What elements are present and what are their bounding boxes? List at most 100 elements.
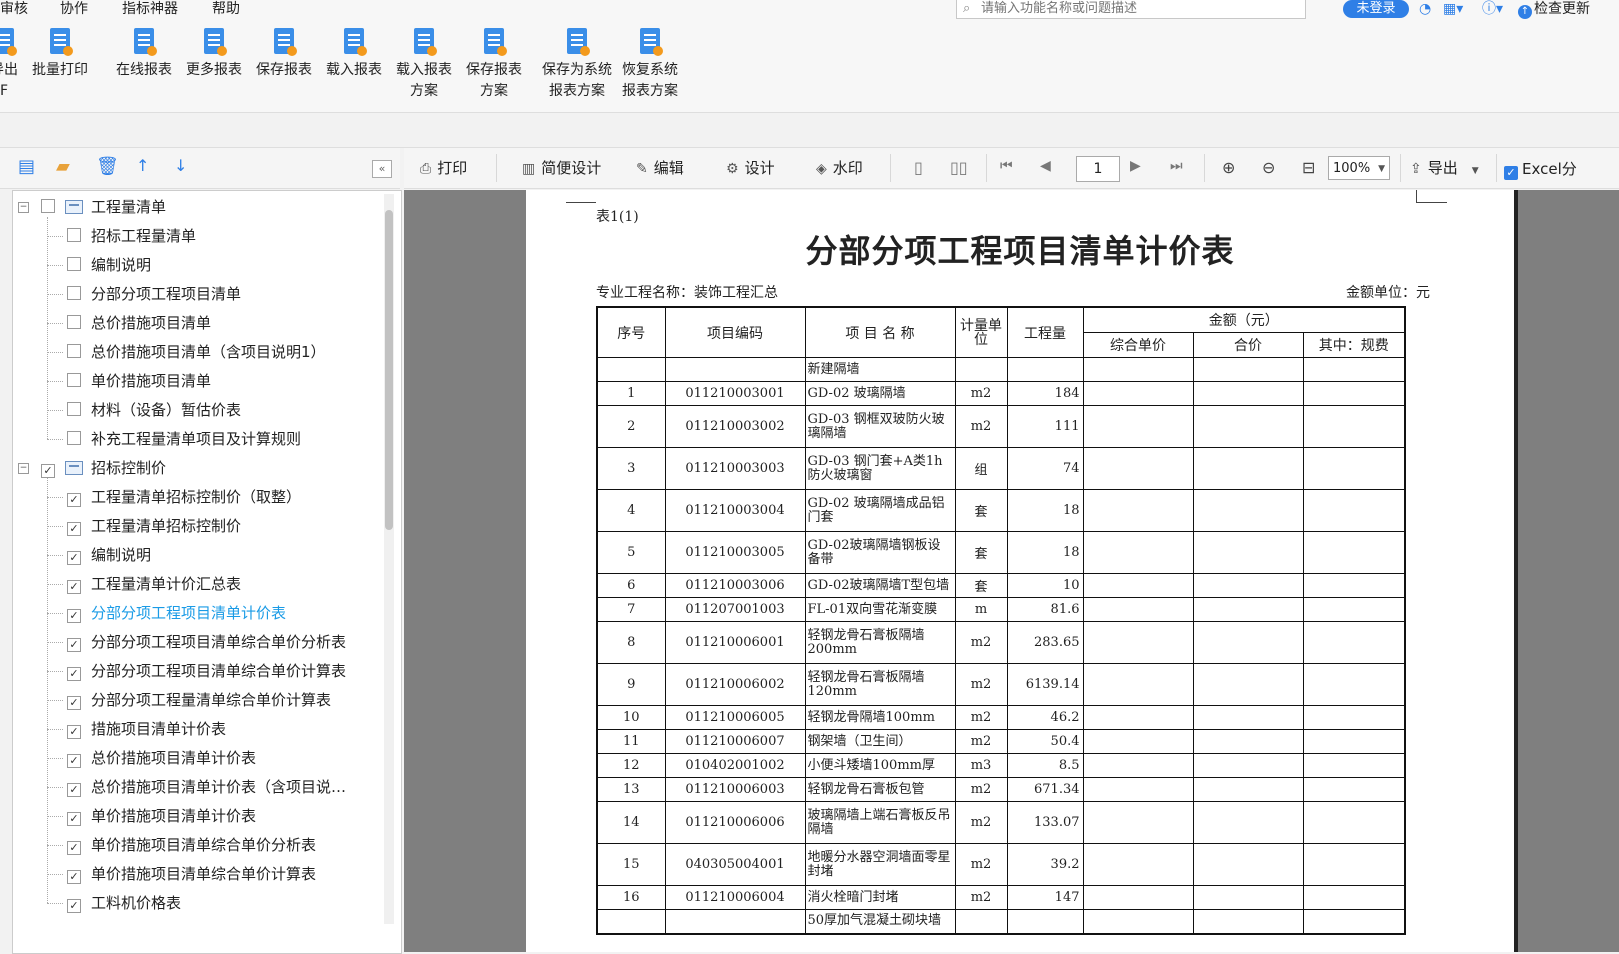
checkbox[interactable] (67, 522, 81, 536)
tree-scrollbar-thumb[interactable] (385, 210, 393, 530)
edit-button[interactable]: ✎ 编辑 (636, 158, 684, 179)
checkbox[interactable] (67, 315, 81, 329)
excel-checkbox[interactable]: ✓ Excel分 (1504, 158, 1577, 180)
ribbon-button[interactable]: 批量打印 (28, 28, 92, 81)
tree-item[interactable]: 工料机价格表 (67, 889, 181, 918)
checkbox[interactable] (67, 725, 81, 739)
tree-item[interactable]: 分部分项工程项目清单综合单价分析表 (67, 628, 346, 657)
checkbox[interactable] (67, 754, 81, 768)
tree-item[interactable]: 工程量清单计价汇总表 (67, 570, 241, 599)
ribbon-button[interactable]: 载入报表 (322, 28, 386, 81)
ribbon-button[interactable]: 保存为系统 报表方案 (540, 28, 614, 102)
ribbon-button[interactable]: 恢复系统 报表方案 (618, 28, 682, 102)
menu-item[interactable]: 指标神器 (122, 0, 178, 18)
ribbon-button[interactable]: 保存报表 (252, 28, 316, 81)
login-button[interactable]: 未登录 (1343, 0, 1409, 18)
tree-item[interactable]: 编制说明 (67, 541, 151, 570)
zoom-select[interactable]: 100% ▼ (1328, 156, 1390, 180)
checkbox[interactable] (41, 199, 55, 213)
collapse-panel-button[interactable]: « (372, 160, 392, 178)
tree-folder[interactable]: 招标控制价 (41, 454, 166, 483)
report-preview[interactable]: 表1(1) 分部分项工程项目清单计价表 专业工程名称：装饰工程汇总 金额单位：元… (404, 190, 1619, 952)
checkbox[interactable] (67, 841, 81, 855)
menu-item[interactable]: 协作 (60, 0, 88, 18)
new-folder-icon[interactable]: ▰ (56, 156, 70, 177)
tree-item[interactable]: 分部分项工程项目清单 (67, 280, 241, 309)
single-page-icon[interactable]: ▯ (914, 158, 923, 177)
checkbox[interactable] (67, 899, 81, 913)
checkbox[interactable] (67, 667, 81, 681)
fit-page-icon[interactable]: ⊟ (1302, 158, 1315, 177)
collapse-icon[interactable]: − (18, 202, 29, 213)
checkbox[interactable] (67, 696, 81, 710)
check-update-button[interactable]: ↑ 检查更新 (1518, 0, 1590, 19)
ribbon-button[interactable]: 载入报表 方案 (392, 28, 456, 102)
checkbox[interactable] (67, 551, 81, 565)
checkbox[interactable] (67, 783, 81, 797)
tree-item[interactable]: 分部分项工程量清单综合单价计算表 (67, 686, 331, 715)
prev-page-icon[interactable]: ◀ (1040, 158, 1051, 174)
checkbox[interactable] (67, 257, 81, 271)
next-page-icon[interactable]: ▶ (1130, 158, 1141, 174)
watermark-button[interactable]: ◈ 水印 (816, 158, 863, 179)
checkbox[interactable] (67, 402, 81, 416)
checkbox[interactable] (67, 580, 81, 594)
double-page-icon[interactable]: ▯▯ (950, 158, 968, 177)
checkbox[interactable] (67, 228, 81, 242)
new-report-icon[interactable]: ▤ (18, 156, 35, 177)
zoom-in-icon[interactable]: ⊕ (1222, 158, 1235, 177)
tree-item[interactable]: 总价措施项目清单计价表 (67, 744, 256, 773)
ribbon-button[interactable]: 在线报表 (112, 28, 176, 81)
tree-folder[interactable]: 工程量清单 (41, 193, 166, 222)
checkbox[interactable] (67, 286, 81, 300)
checkbox[interactable] (67, 344, 81, 358)
search-input[interactable] (981, 0, 1291, 17)
first-page-icon[interactable]: ⏮ (1000, 158, 1013, 174)
ribbon-button[interactable]: 更多报表 (182, 28, 246, 81)
tree-item[interactable]: 编制说明 (67, 251, 151, 280)
tree-item[interactable]: 措施项目清单计价表 (67, 715, 226, 744)
tree-item[interactable]: 分部分项工程项目清单计价表 (67, 599, 286, 628)
page-number-input[interactable]: 1 (1076, 156, 1120, 182)
zoom-out-icon[interactable]: ⊖ (1262, 158, 1275, 177)
checkbox[interactable] (67, 373, 81, 387)
tree-item[interactable]: 工程量清单招标控制价 (67, 512, 241, 541)
checkbox[interactable] (67, 609, 81, 623)
tree-item[interactable]: 总价措施项目清单（含项目说明1） (67, 338, 326, 367)
checkbox[interactable] (67, 638, 81, 652)
delete-icon[interactable]: 🗑 (96, 156, 119, 177)
support-icon[interactable]: ◔ (1419, 0, 1431, 18)
header-code: 项目编码 (664, 306, 806, 358)
checkbox[interactable] (67, 870, 81, 884)
checkbox[interactable] (67, 431, 81, 445)
checkbox[interactable] (41, 464, 55, 478)
tree-item[interactable]: 单价措施项目清单综合单价分析表 (67, 831, 316, 860)
tree-item[interactable]: 补充工程量清单项目及计算规则 (67, 425, 301, 454)
tree-item[interactable]: 单价措施项目清单综合单价计算表 (67, 860, 316, 889)
tree-item[interactable]: 单价措施项目清单 (67, 367, 211, 396)
tree-item[interactable]: 招标工程量清单 (67, 222, 196, 251)
row-code (664, 909, 806, 934)
function-search[interactable]: ⌕ (956, 0, 1306, 19)
design-button[interactable]: ⚙ 设计 (726, 158, 775, 179)
collapse-icon[interactable]: − (18, 463, 29, 474)
move-down-icon[interactable]: ↓ (174, 156, 187, 175)
checkbox[interactable] (67, 812, 81, 826)
tree-item[interactable]: 单价措施项目清单计价表 (67, 802, 256, 831)
tree-item[interactable]: 工程量清单招标控制价（取整） (67, 483, 301, 512)
info-icon[interactable]: ⓘ▾ (1482, 0, 1503, 18)
menu-item[interactable]: 帮助 (212, 0, 240, 18)
tree-item[interactable]: 分部分项工程项目清单综合单价计算表 (67, 657, 346, 686)
ribbon-button[interactable]: 保存报表 方案 (462, 28, 526, 102)
checkbox[interactable] (67, 493, 81, 507)
tree-item[interactable]: 材料（设备）暂估价表 (67, 396, 241, 425)
last-page-icon[interactable]: ⏭ (1170, 158, 1183, 174)
print-button[interactable]: ⎙ 打印 (420, 158, 467, 179)
tree-item[interactable]: 总价措施项目清单 (67, 309, 211, 338)
move-up-icon[interactable]: ↑ (136, 156, 149, 175)
export-button[interactable]: ⇪ 导出 ▼ (1410, 158, 1479, 181)
apps-grid-icon[interactable]: ▦▾ (1443, 0, 1463, 18)
tree-item[interactable]: 总价措施项目清单计价表（含项目说… (67, 773, 346, 802)
simple-design-button[interactable]: ▥ 简便设计 (522, 158, 601, 179)
menu-item[interactable]: 审核 (0, 0, 28, 18)
